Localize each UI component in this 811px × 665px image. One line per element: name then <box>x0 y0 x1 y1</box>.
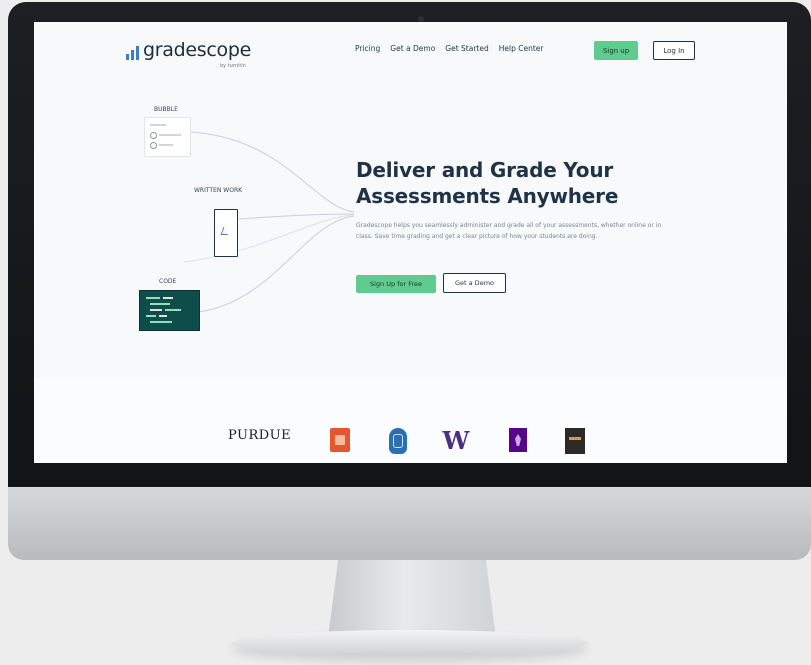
university-logos-strip <box>34 378 787 463</box>
nyu-torch-icon <box>509 428 527 452</box>
monitor-stand <box>328 560 496 638</box>
code-editor-card <box>139 290 200 331</box>
bubble-sheet-card <box>144 117 191 157</box>
pen-mark-icon <box>220 227 231 235</box>
monitor-base <box>232 630 588 656</box>
hero-description: Gradescope helps you seamlessly administ… <box>356 222 662 240</box>
code-label: Code <box>159 278 177 285</box>
purdue-logo: PURDUE <box>228 428 292 443</box>
university-shield-orange-icon <box>330 428 350 452</box>
university-shield-blue-icon <box>389 428 407 454</box>
washington-w-logo: W <box>442 425 470 455</box>
get-demo-button[interactable]: Get a Demo <box>443 273 506 293</box>
monitor-chin <box>8 487 811 560</box>
university-crest-dark-icon <box>565 428 585 454</box>
hero-title: Deliver and Grade Your Assessments Anywh… <box>356 158 619 208</box>
bubble-label: Bubble <box>154 106 178 113</box>
browser-screen: gradescope by turnitin Pricing Get a Dem… <box>34 22 787 463</box>
signup-free-button[interactable]: Sign Up for Free <box>356 275 436 293</box>
written-work-card <box>214 209 238 257</box>
written-work-label: Written work <box>194 187 243 194</box>
